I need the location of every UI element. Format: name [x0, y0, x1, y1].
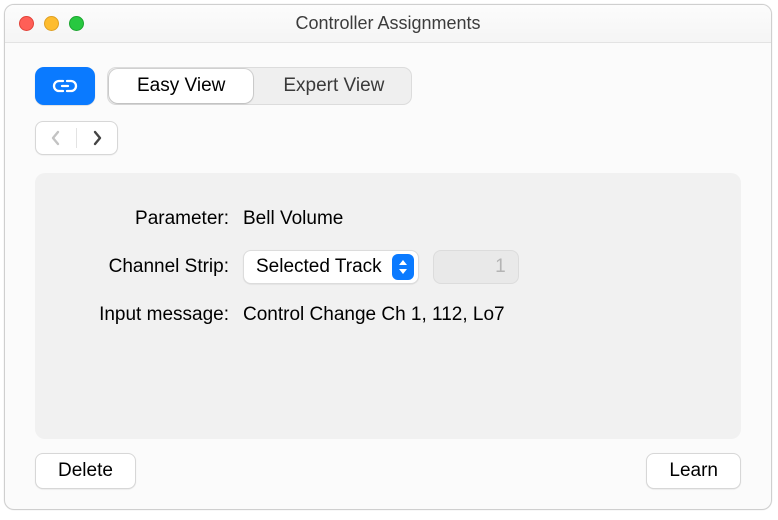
view-switcher: Easy View Expert View — [107, 67, 412, 105]
tab-easy-view[interactable]: Easy View — [109, 69, 253, 103]
footer: Delete Learn — [5, 439, 771, 509]
button-label: Learn — [669, 460, 718, 482]
learn-button[interactable]: Learn — [646, 453, 741, 489]
tab-label: Expert View — [283, 75, 384, 97]
nav-forward-button[interactable] — [77, 122, 117, 154]
parameter-label: Parameter: — [63, 208, 243, 230]
input-message-label: Input message: — [63, 304, 243, 326]
assignment-panel: Parameter: Bell Volume Channel Strip: Se… — [35, 173, 741, 439]
nav-back-button[interactable] — [36, 122, 76, 154]
row-parameter: Parameter: Bell Volume — [63, 195, 713, 243]
button-label: Delete — [58, 460, 113, 482]
window: Controller Assignments Easy View Expert … — [4, 4, 772, 510]
delete-button[interactable]: Delete — [35, 453, 136, 489]
chevron-right-icon — [92, 130, 102, 146]
window-title: Controller Assignments — [5, 13, 771, 34]
nav-group — [35, 121, 118, 155]
channel-strip-popup[interactable]: Selected Track — [243, 250, 419, 284]
row-channel-strip: Channel Strip: Selected Track — [63, 243, 713, 291]
input-message-value: Control Change Ch 1, 112, Lo7 — [243, 304, 505, 326]
channel-strip-number[interactable] — [433, 250, 519, 284]
chevron-left-icon — [51, 130, 61, 146]
nav-row — [5, 115, 771, 167]
traffic-lights — [5, 16, 84, 31]
titlebar: Controller Assignments — [5, 5, 771, 43]
tab-expert-view[interactable]: Expert View — [255, 67, 412, 105]
tab-label: Easy View — [137, 75, 225, 97]
toolbar: Easy View Expert View — [5, 43, 771, 115]
popup-arrows-icon — [392, 254, 414, 280]
parameter-value: Bell Volume — [243, 208, 343, 230]
link-icon — [52, 78, 78, 94]
zoom-icon[interactable] — [69, 16, 84, 31]
close-icon[interactable] — [19, 16, 34, 31]
minimize-icon[interactable] — [44, 16, 59, 31]
link-button[interactable] — [35, 67, 95, 105]
row-input-message: Input message: Control Change Ch 1, 112,… — [63, 291, 713, 339]
popup-value: Selected Track — [256, 256, 392, 278]
channel-strip-label: Channel Strip: — [63, 256, 243, 278]
